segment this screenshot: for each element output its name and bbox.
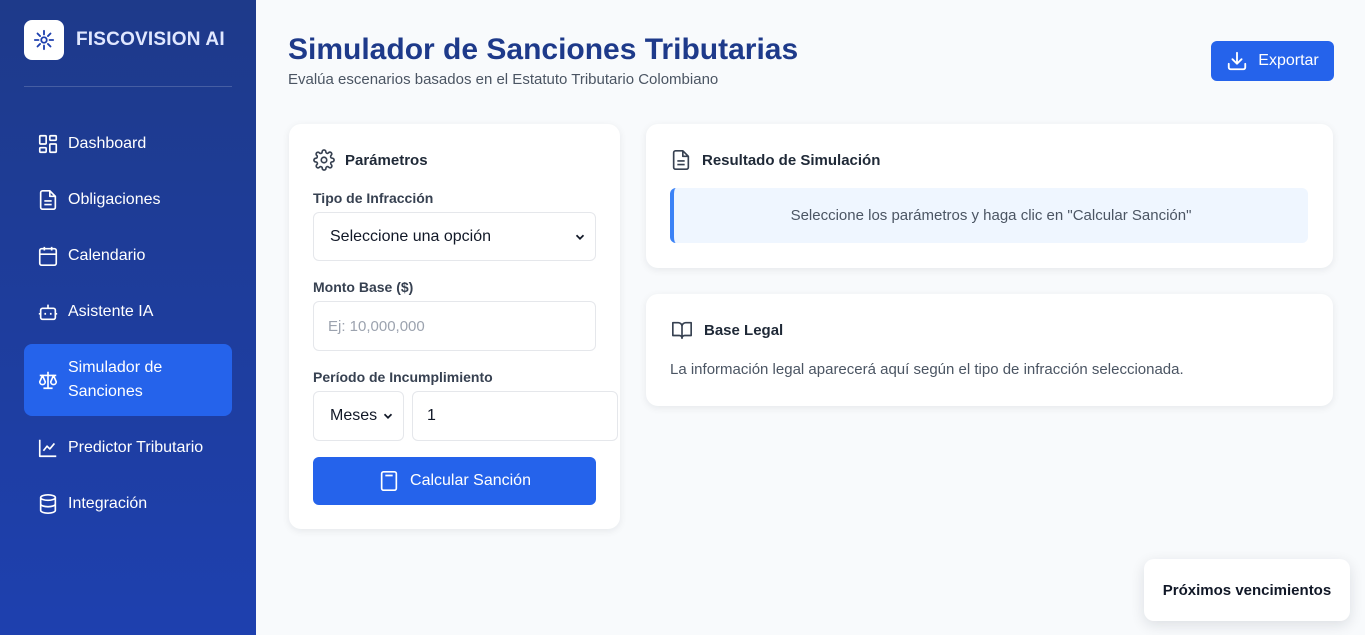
document-icon xyxy=(36,188,60,212)
legal-text: La información legal aparecerá aquí segú… xyxy=(670,361,1184,378)
period-label: Período de Incumplimiento xyxy=(313,369,493,385)
period-unit-select[interactable]: Meses xyxy=(313,391,404,441)
sidebar-item-simulador[interactable]: Simulador de Sanciones xyxy=(24,344,232,416)
chevron-down-icon xyxy=(575,234,585,240)
sidebar-item-integracion[interactable]: Integración xyxy=(24,480,232,528)
result-message: Seleccione los parámetros y haga clic en… xyxy=(670,188,1308,243)
book-open-icon xyxy=(672,321,692,340)
sidebar-item-calendario[interactable]: Calendario xyxy=(24,232,232,280)
sidebar-item-label: Asistente IA xyxy=(68,303,154,320)
page-title: Simulador de Sanciones Tributarias xyxy=(288,33,799,66)
download-icon xyxy=(1228,51,1247,71)
chevron-down-icon xyxy=(383,413,393,419)
sidebar-item-predictor[interactable]: Predictor Tributario xyxy=(24,424,232,472)
document-icon xyxy=(672,150,690,170)
brand-logo-icon xyxy=(24,20,64,60)
export-button[interactable]: Exportar xyxy=(1211,41,1334,81)
parameters-card-title: Parámetros xyxy=(313,149,428,171)
parameters-card: Parámetros Tipo de Infracción Seleccione… xyxy=(289,124,620,529)
sidebar-divider xyxy=(24,86,232,87)
amount-label: Monto Base ($) xyxy=(313,279,414,295)
infraction-type-select[interactable]: Seleccione una opción xyxy=(313,212,596,261)
sidebar-item-obligaciones[interactable]: Obligaciones xyxy=(24,176,232,224)
bot-icon xyxy=(36,300,60,324)
legal-card-title: Base Legal xyxy=(670,319,783,341)
upcoming-deadlines-button[interactable]: Próximos vencimientos xyxy=(1144,559,1350,621)
gear-icon xyxy=(313,149,335,171)
sidebar-item-dashboard[interactable]: Dashboard xyxy=(24,120,232,168)
sidebar-item-label: Dashboard xyxy=(68,135,147,152)
scale-icon xyxy=(36,368,60,392)
sidebar-item-label: Integración xyxy=(68,495,148,512)
sidebar-item-label: Simulador de Sanciones xyxy=(68,359,163,400)
infraction-type-label: Tipo de Infracción xyxy=(313,190,434,206)
sidebar-item-label: Obligaciones xyxy=(68,191,161,208)
database-icon xyxy=(36,492,60,516)
calendar-icon xyxy=(36,244,60,268)
chart-line-icon xyxy=(36,436,60,460)
sidebar-item-asistente[interactable]: Asistente IA xyxy=(24,288,232,336)
calculate-button[interactable]: Calcular Sanción xyxy=(313,457,596,505)
brand-name: FISCOVISION AI xyxy=(76,29,225,50)
sidebar-item-label: Predictor Tributario xyxy=(68,439,204,456)
brand: FISCOVISION AI xyxy=(24,20,225,60)
period-value-input[interactable]: 1 xyxy=(412,391,618,441)
legal-card: Base Legal La información legal aparecer… xyxy=(646,294,1333,406)
result-card: Resultado de Simulación Seleccione los p… xyxy=(646,124,1333,268)
amount-input[interactable]: Ej: 10,000,000 xyxy=(313,301,596,351)
sidebar-item-label: Calendario xyxy=(68,247,146,264)
sidebar: FISCOVISION AI Dashboard Obligaciones Ca… xyxy=(0,0,256,635)
page-subtitle: Evalúa escenarios basados en el Estatuto… xyxy=(288,71,719,88)
result-card-title: Resultado de Simulación xyxy=(670,149,880,171)
calculator-icon xyxy=(380,471,398,491)
dashboard-icon xyxy=(36,132,60,156)
